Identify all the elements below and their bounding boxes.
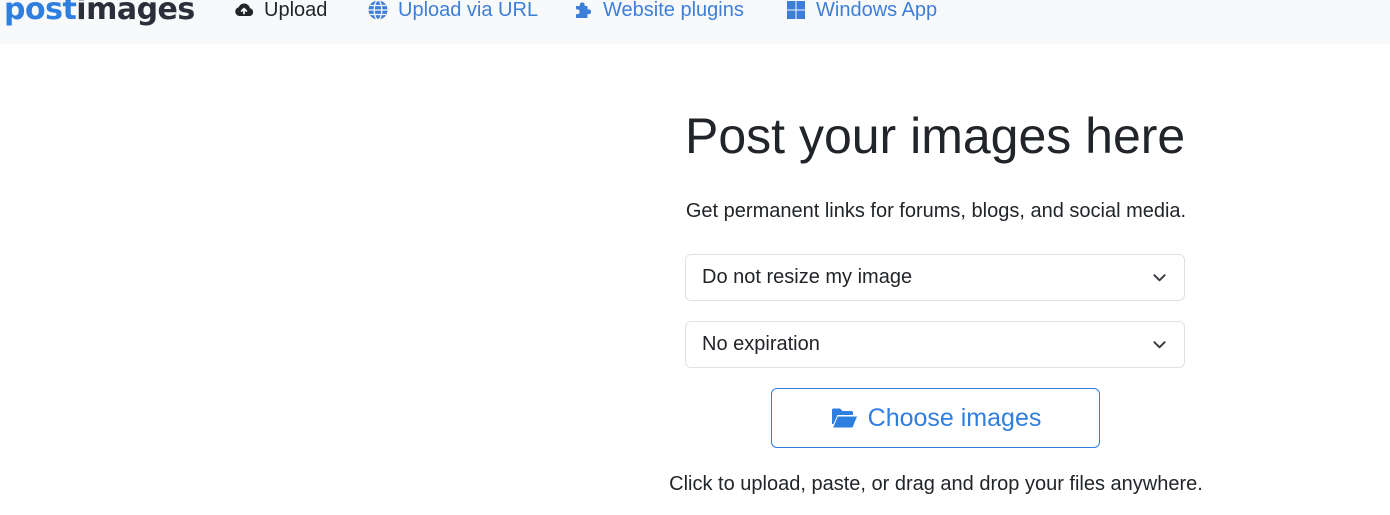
expiration-select-value: No expiration (702, 333, 820, 355)
chevron-down-icon (1152, 337, 1167, 352)
top-navbar: postimages Upload Upload via URL Website… (0, 0, 1390, 44)
chevron-down-icon (1152, 270, 1167, 285)
windows-icon (785, 0, 807, 21)
cloud-upload-icon (233, 0, 255, 21)
resize-select[interactable]: Do not resize my image (685, 254, 1185, 301)
nav-upload[interactable]: Upload (233, 0, 327, 26)
expiration-select[interactable]: No expiration (685, 321, 1185, 368)
nav-upload-via-url[interactable]: Upload via URL (367, 0, 538, 26)
nav-upload-label: Upload (264, 0, 328, 21)
page-subtitle: Get permanent links for forums, blogs, a… (685, 200, 1187, 222)
nav-windows-app-label: Windows App (816, 0, 938, 21)
page-title: Post your images here (685, 108, 1186, 164)
choose-images-label: Choose images (867, 403, 1042, 432)
nav-windows-app[interactable]: Windows App (785, 0, 937, 26)
logo-part-post: post (4, 0, 77, 27)
logo-part-images: images (76, 0, 195, 27)
choose-images-button[interactable]: Choose images (771, 388, 1100, 448)
upload-hint: Click to upload, paste, or drag and drop… (669, 473, 1203, 495)
postimages-logo[interactable]: postimages (4, 0, 195, 30)
globe-icon (367, 0, 389, 21)
resize-select-value: Do not resize my image (702, 266, 913, 288)
puzzle-icon (572, 0, 594, 21)
folder-open-icon (830, 406, 858, 430)
nav-website-plugins-label: Website plugins (603, 0, 744, 21)
nav-website-plugins[interactable]: Website plugins (572, 0, 744, 26)
nav-upload-via-url-label: Upload via URL (398, 0, 539, 21)
